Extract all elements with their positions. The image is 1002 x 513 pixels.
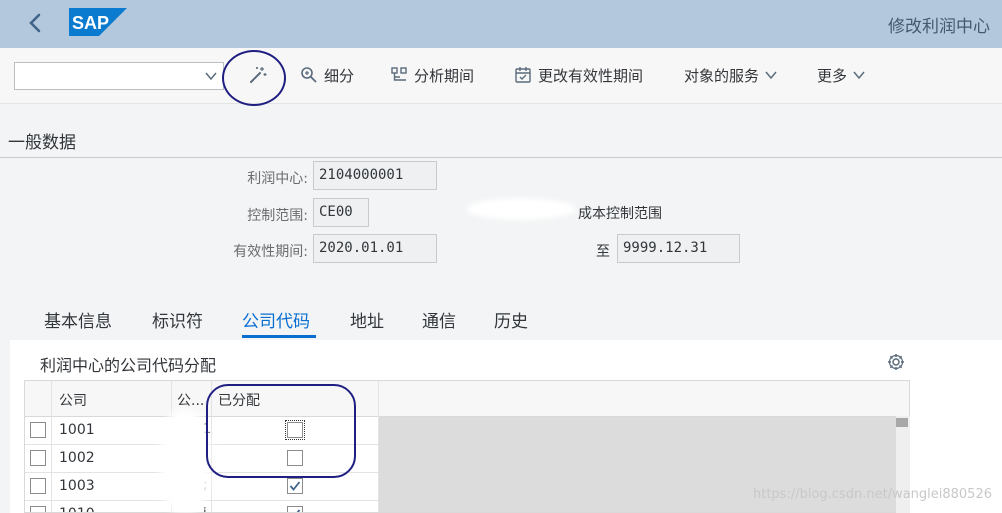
table-row[interactable]: 1001 1 bbox=[25, 417, 909, 445]
table-row[interactable]: 1002 bbox=[25, 445, 909, 473]
valid-to-field[interactable]: 9999.12.31 bbox=[617, 234, 740, 263]
controlling-area-label: 控制范围: bbox=[247, 208, 308, 224]
assigned-checkbox[interactable] bbox=[285, 420, 305, 440]
profit-center-field[interactable]: 2104000001 bbox=[313, 161, 437, 190]
analysis-period-button[interactable]: 分析期间 bbox=[390, 60, 474, 90]
sap-logo: SAP bbox=[69, 8, 127, 36]
column-company[interactable]: 公司 bbox=[59, 390, 87, 410]
more-label: 更多 bbox=[817, 66, 848, 85]
validity-period-label: 有效性期间: bbox=[233, 244, 308, 260]
magic-wand-icon bbox=[250, 67, 267, 83]
hierarchy-icon bbox=[391, 67, 407, 81]
svg-text:SAP: SAP bbox=[72, 13, 109, 33]
company-code: 1010 bbox=[59, 506, 95, 512]
assigned-checkbox[interactable] bbox=[287, 506, 303, 512]
panel-title: 利润中心的公司代码分配 bbox=[40, 356, 217, 375]
object-services-label: 对象的服务 bbox=[684, 66, 760, 85]
object-selector-combo[interactable] bbox=[14, 62, 224, 90]
to-label: 至 bbox=[596, 244, 610, 260]
scrollbar-thumb[interactable] bbox=[896, 418, 908, 427]
empty-cell bbox=[379, 501, 897, 512]
zoom-icon bbox=[301, 67, 317, 83]
page-title: 修改利润中心 bbox=[888, 17, 990, 37]
tab-history[interactable]: 历史 bbox=[494, 307, 528, 332]
redaction bbox=[160, 410, 210, 513]
detail-button-label: 细分 bbox=[324, 66, 355, 85]
chevron-down-icon bbox=[765, 71, 777, 80]
empty-cell bbox=[379, 445, 897, 473]
table-header: 公司 公... 已分配 bbox=[25, 381, 909, 417]
gear-icon[interactable] bbox=[886, 352, 906, 372]
assigned-checkbox[interactable] bbox=[287, 450, 303, 466]
back-icon[interactable] bbox=[22, 9, 48, 37]
tab-communication[interactable]: 通信 bbox=[422, 307, 456, 332]
assigned-checkbox[interactable] bbox=[287, 478, 303, 494]
column-assigned[interactable]: 已分配 bbox=[218, 390, 260, 410]
active-tab-indicator bbox=[242, 335, 316, 338]
calendar-icon bbox=[515, 67, 531, 83]
tab-company-codes[interactable]: 公司代码 bbox=[242, 307, 310, 332]
table-row[interactable]: 1010 i bbox=[25, 501, 909, 512]
redaction bbox=[466, 198, 576, 220]
tab-indicators[interactable]: 标识符 bbox=[152, 307, 203, 332]
analysis-period-label: 分析期间 bbox=[414, 66, 475, 85]
more-menu[interactable]: 更多 bbox=[817, 60, 867, 90]
empty-cell bbox=[379, 417, 897, 445]
divider bbox=[0, 157, 1002, 158]
row-selector[interactable] bbox=[30, 506, 46, 512]
chevron-down-icon bbox=[853, 71, 865, 80]
company-name: i bbox=[203, 506, 207, 512]
tab-address[interactable]: 地址 bbox=[350, 307, 384, 332]
checkmark-icon bbox=[289, 481, 301, 491]
row-selector[interactable] bbox=[30, 422, 46, 438]
toolbar: 细分 分析期间 更改有效性期间 对象的服务 更多 bbox=[0, 48, 1002, 104]
company-code: 1001 bbox=[59, 422, 95, 438]
valid-from-field[interactable]: 2020.01.01 bbox=[313, 234, 437, 263]
row-selector[interactable] bbox=[30, 478, 46, 494]
change-validity-button[interactable]: 更改有效性期间 bbox=[514, 60, 643, 90]
change-validity-label: 更改有效性期间 bbox=[538, 66, 644, 85]
company-code: 1002 bbox=[59, 450, 95, 466]
tab-basic-info[interactable]: 基本信息 bbox=[44, 307, 112, 332]
shell-bar: SAP 修改利润中心 bbox=[0, 0, 1002, 48]
profit-center-label: 利润中心: bbox=[247, 171, 308, 187]
section-title: 一般数据 bbox=[8, 133, 76, 153]
controlling-area-description: 成本控制范围 bbox=[578, 206, 662, 222]
watermark: https://blog.csdn.net/wanglei880526 bbox=[753, 487, 992, 502]
company-code: 1003 bbox=[59, 478, 95, 494]
detail-button[interactable]: 细分 bbox=[300, 60, 354, 90]
controlling-area-field[interactable]: CE00 bbox=[313, 198, 369, 227]
chevron-down-icon[interactable] bbox=[203, 69, 219, 83]
object-services-menu[interactable]: 对象的服务 bbox=[684, 60, 779, 90]
column-name[interactable]: 公... bbox=[177, 390, 204, 410]
row-selector[interactable] bbox=[30, 450, 46, 466]
checkmark-icon bbox=[296, 509, 301, 512]
wand-button[interactable] bbox=[244, 60, 272, 90]
